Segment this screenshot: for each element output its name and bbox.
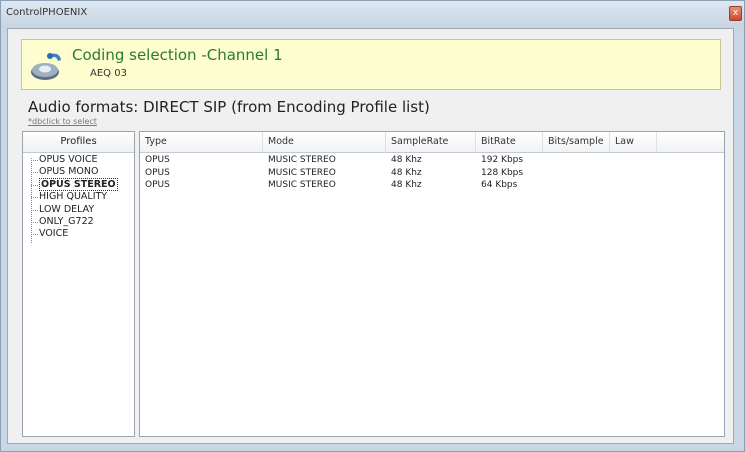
cell-bitrate: 64 Kbps [481, 180, 518, 190]
cell-bitrate: 128 Kbps [481, 167, 524, 178]
cell-mode: MUSIC STEREO [268, 180, 336, 190]
cell-samplerate: 48 Khz [391, 167, 422, 178]
header-banner: Coding selection -Channel 1 AEQ 03 [21, 39, 721, 90]
banner-subtitle: AEQ 03 [90, 68, 127, 79]
dblclick-hint: *dbclick to select [28, 117, 97, 126]
app-window: ControlPHOENIX x Coding selection -Chann… [0, 0, 745, 452]
window-title: ControlPHOENIX [6, 7, 88, 18]
profiles-header: Profiles [23, 132, 134, 153]
profiles-tree: OPUS VOICE OPUS MONO OPUS STEREO HIGH QU… [27, 154, 132, 243]
table-row[interactable]: OPUS MUSIC STEREO 48 Khz 192 Kbps [140, 154, 724, 167]
dialog-content: Coding selection -Channel 1 AEQ 03 Audio… [7, 28, 734, 444]
profile-item[interactable]: OPUS MONO [27, 166, 132, 178]
cell-samplerate: 48 Khz [391, 155, 422, 165]
cell-samplerate: 48 Khz [391, 180, 422, 190]
column-header-bitrate[interactable]: BitRate [476, 132, 543, 152]
audio-formats-title: Audio formats: DIRECT SIP (from Encoding… [28, 98, 430, 116]
table-header: Type Mode SampleRate BitRate Bits/sample… [140, 132, 724, 153]
cell-type: OPUS [145, 180, 170, 190]
profile-item-selected[interactable]: OPUS STEREO [27, 177, 132, 191]
column-header-type[interactable]: Type [140, 132, 263, 152]
table-row[interactable]: OPUS MUSIC STEREO 48 Khz 64 Kbps [140, 179, 724, 192]
column-header-mode[interactable]: Mode [263, 132, 386, 152]
formats-table[interactable]: Type Mode SampleRate BitRate Bits/sample… [139, 131, 725, 437]
close-button[interactable]: x [729, 6, 742, 21]
profile-item[interactable]: LOW DELAY [27, 204, 132, 216]
table-row[interactable]: OPUS MUSIC STEREO 48 Khz 128 Kbps [140, 167, 724, 180]
audio-codec-icon [31, 53, 61, 80]
cell-type: OPUS [145, 155, 170, 165]
profile-item[interactable]: OPUS VOICE [27, 154, 132, 166]
cell-bitrate: 192 Kbps [481, 155, 524, 165]
column-header-samplerate[interactable]: SampleRate [386, 132, 476, 152]
table-body: OPUS MUSIC STEREO 48 Khz 192 Kbps OPUS M… [140, 154, 724, 192]
profile-item[interactable]: HIGH QUALITY [27, 191, 132, 203]
column-header-bits-sample[interactable]: Bits/sample [543, 132, 610, 152]
profile-item[interactable]: ONLY_G722 [27, 216, 132, 228]
column-header-law[interactable]: Law [610, 132, 657, 152]
cell-mode: MUSIC STEREO [268, 155, 336, 165]
profiles-list[interactable]: Profiles OPUS VOICE OPUS MONO OPUS STERE… [22, 131, 135, 437]
banner-title: Coding selection -Channel 1 [72, 46, 283, 64]
cell-mode: MUSIC STEREO [268, 167, 336, 178]
cell-type: OPUS [145, 167, 170, 178]
title-bar[interactable]: ControlPHOENIX x [1, 1, 744, 27]
profile-item[interactable]: VOICE [27, 228, 132, 240]
close-icon: x [732, 8, 739, 18]
